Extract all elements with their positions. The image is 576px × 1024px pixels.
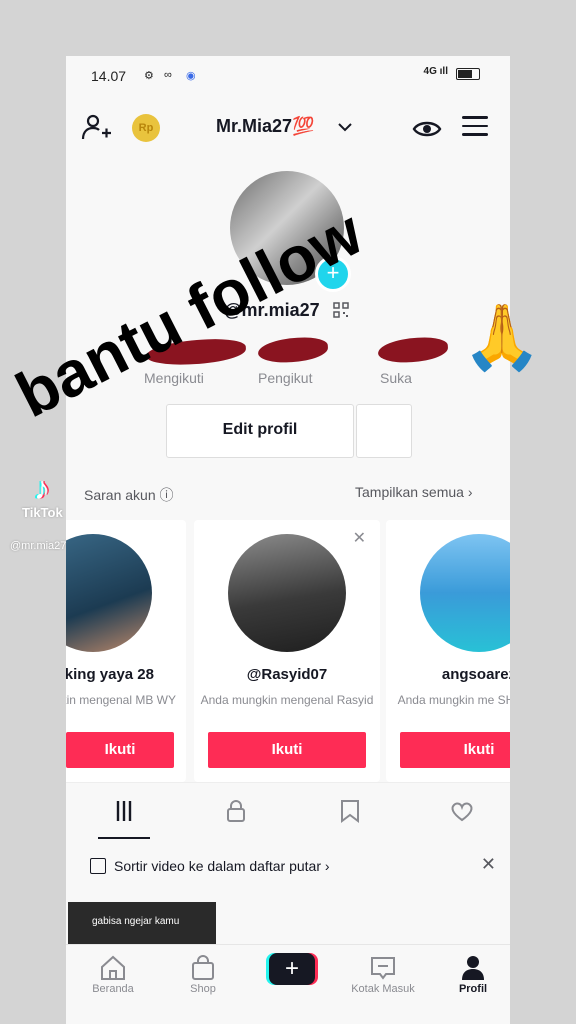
grid-icon[interactable] — [110, 797, 138, 825]
follow-button[interactable]: Ikuti — [400, 732, 510, 768]
battery-icon — [456, 68, 480, 80]
suggestion-card: angsoarez Anda mungkin me SHatria Ajja I… — [386, 520, 510, 782]
tiktok-watermark: ♪ TikTok — [22, 470, 63, 520]
close-icon[interactable]: ✕ — [353, 528, 366, 548]
bookmark-icon[interactable] — [336, 797, 364, 825]
watermark-user: @mr.mia27 — [10, 540, 67, 552]
heart-icon[interactable] — [448, 797, 476, 825]
nav-home-label: Beranda — [92, 983, 134, 995]
suggestions-title: Saran akun ⓘ — [84, 487, 174, 503]
coin-icon[interactable]: Rp — [132, 114, 160, 142]
suggestion-avatar[interactable] — [228, 534, 346, 652]
show-all-link[interactable]: Tampilkan semua › — [355, 484, 473, 500]
suggestion-name: king yaya 28 — [66, 666, 154, 683]
signal-icon: 4G ıll — [424, 66, 448, 77]
suggestion-card: ✕ @Rasyid07 Anda mungkin mengenal Rasyid… — [194, 520, 380, 782]
nav-shop-label: Shop — [190, 983, 216, 995]
suggestion-card: king yaya 28 ungkin mengenal MB WY Ikuti — [66, 520, 186, 782]
inbox-icon — [371, 957, 395, 980]
suggestion-avatar[interactable] — [420, 534, 510, 652]
redacted-followers-count — [257, 336, 329, 364]
profile-username[interactable]: Mr.Mia27💯 — [216, 116, 314, 137]
bottom-nav: Beranda Shop + Kotak Masuk Profil — [66, 944, 510, 1024]
settings-icon: ⚙ — [144, 70, 154, 82]
follow-button[interactable]: Ikuti — [208, 732, 366, 768]
tiktok-logo-icon: ♪ — [34, 470, 50, 506]
eye-icon[interactable] — [412, 114, 442, 144]
edit-profile-button[interactable]: Edit profil — [166, 404, 354, 458]
status-time: 14.07 — [91, 68, 127, 84]
signal-type: 4G — [423, 66, 437, 77]
nav-inbox-label: Kotak Masuk — [351, 983, 415, 995]
infinity-icon: ∞ — [164, 69, 172, 81]
follow-button[interactable]: Ikuti — [66, 732, 174, 768]
suggestion-name: @Rasyid07 — [246, 666, 328, 683]
suggestion-reason: Anda mungkin me SHatria Ajja — [397, 693, 510, 707]
menu-icon[interactable] — [462, 116, 488, 138]
nav-profile[interactable]: Profil — [428, 953, 510, 995]
video-thumbnail[interactable]: gabisa ngejar kamu — [68, 902, 216, 948]
playlist-icon — [90, 858, 106, 874]
phone-screen: 14.07 ⚙ ∞ ◉ 4G ıll Rp Mr.Mia27💯 + @mr.mi… — [66, 56, 510, 1024]
thumbnail-caption: gabisa ngejar kamu — [92, 916, 180, 927]
active-tab-indicator — [98, 837, 150, 839]
qr-code-icon[interactable] — [333, 302, 349, 318]
profile-tabs — [66, 782, 510, 839]
nav-shop[interactable]: Shop — [158, 953, 248, 995]
shop-icon — [192, 955, 214, 980]
praying-hands-icon: 🙏 — [462, 301, 542, 373]
add-friend-icon[interactable] — [80, 112, 112, 144]
username-emoji: 💯 — [292, 116, 315, 136]
suggestion-avatar[interactable] — [66, 534, 152, 652]
suggestion-name: angsoarez — [441, 666, 510, 683]
tiktok-watermark-text: TikTok — [22, 505, 63, 520]
close-icon[interactable]: ✕ — [481, 854, 496, 875]
suggestion-reason: ungkin mengenal MB WY — [66, 693, 176, 707]
playlist-text[interactable]: Sortir video ke dalam daftar putar › — [114, 858, 330, 874]
lock-icon[interactable] — [222, 797, 250, 825]
cast-icon: ◉ — [186, 70, 196, 82]
likes-label[interactable]: Suka — [380, 370, 412, 386]
signal-bars: ıll — [439, 66, 448, 77]
nav-profile-label: Profil — [458, 983, 488, 995]
username-text: Mr.Mia27 — [216, 116, 293, 136]
create-icon[interactable]: + — [269, 953, 315, 985]
nav-inbox[interactable]: Kotak Masuk — [338, 953, 428, 995]
status-bar: 14.07 ⚙ ∞ ◉ 4G ıll — [66, 56, 510, 96]
nav-home[interactable]: Beranda — [68, 953, 158, 995]
profile-icon — [462, 956, 484, 980]
followers-label[interactable]: Pengikut — [258, 370, 312, 386]
chevron-down-icon[interactable] — [338, 122, 352, 132]
profile-header: Rp Mr.Mia27💯 — [66, 108, 510, 148]
redacted-likes-count — [377, 336, 449, 364]
home-icon — [101, 955, 125, 980]
playlist-banner[interactable]: Sortir video ke dalam daftar putar › ✕ — [66, 840, 510, 896]
suggestion-reason: Anda mungkin mengenal Rasyid — [200, 693, 374, 707]
share-profile-button[interactable] — [356, 404, 412, 458]
